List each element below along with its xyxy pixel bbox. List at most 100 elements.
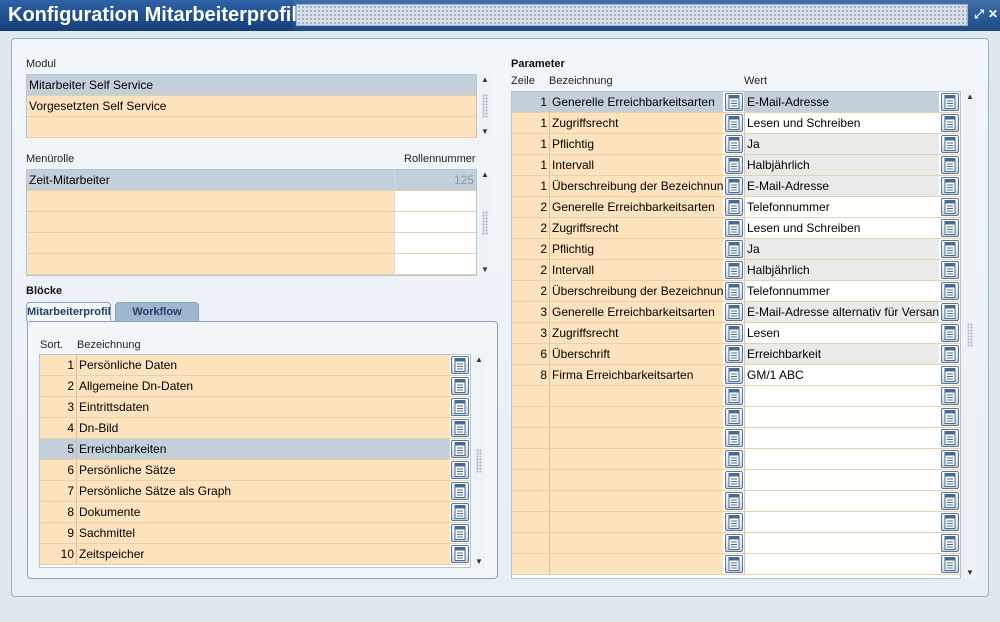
parameter-wert[interactable]: Halbjährlich (744, 155, 939, 175)
scroll-grip[interactable] (967, 323, 973, 347)
menurolle-row[interactable] (27, 212, 476, 233)
block-row[interactable]: 1 Persönliche Daten (40, 355, 470, 376)
block-row[interactable]: 4 Dn-Bild (40, 418, 470, 439)
list-of-values-button[interactable] (941, 198, 959, 216)
modul-scrollbar[interactable]: ▲ ▼ (479, 74, 491, 138)
parameter-scrollbar[interactable]: ▲ ▼ (964, 91, 976, 579)
block-row[interactable]: 10 Zeitspeicher (40, 544, 470, 565)
list-of-values-button[interactable] (725, 492, 743, 510)
list-of-values-button[interactable] (941, 345, 959, 363)
list-of-values-button[interactable] (941, 450, 959, 468)
tab-mitarbeiterprofil[interactable]: Mitarbeiterprofil (26, 302, 111, 321)
scroll-down-icon[interactable]: ▼ (964, 567, 976, 579)
list-of-values-button[interactable] (725, 156, 743, 174)
list-of-values-button[interactable] (725, 345, 743, 363)
scroll-grip[interactable] (482, 94, 488, 118)
list-of-values-button[interactable] (941, 135, 959, 153)
list-of-values-button[interactable] (941, 492, 959, 510)
parameter-row[interactable]: 1 Generelle Erreichbarkeitsarten E-Mail-Ad… (512, 92, 960, 113)
parameter-row[interactable]: 3 Generelle Erreichbarkeitsarten E-Mail-Ad… (512, 302, 960, 323)
block-row[interactable]: 3 Eintrittsdaten (40, 397, 470, 418)
restore-icon[interactable]: ⤢ (973, 6, 985, 22)
parameter-wert[interactable] (744, 554, 939, 574)
list-of-values-button[interactable] (451, 419, 469, 437)
menurolle-scrollbar[interactable]: ▲ ▼ (479, 169, 491, 276)
parameter-wert[interactable] (744, 533, 939, 553)
block-row[interactable]: 6 Persönliche Sätze (40, 460, 470, 481)
list-of-values-button[interactable] (725, 450, 743, 468)
list-of-values-button[interactable] (941, 429, 959, 447)
list-of-values-button[interactable] (941, 555, 959, 573)
list-of-values-button[interactable] (941, 471, 959, 489)
parameter-wert[interactable] (744, 407, 939, 427)
list-of-values-button[interactable] (941, 240, 959, 258)
parameter-row[interactable]: 2 Überschreibung der Bezeichnung Telefonnu… (512, 281, 960, 302)
parameter-wert[interactable]: E-Mail-Adresse (744, 176, 939, 196)
parameter-row[interactable] (512, 491, 960, 512)
parameter-wert[interactable]: Erreichbarkeit (744, 344, 939, 364)
list-of-values-button[interactable] (725, 219, 743, 237)
bloecke-scrollbar[interactable]: ▲ ▼ (473, 354, 485, 568)
list-of-values-button[interactable] (725, 555, 743, 573)
scroll-down-icon[interactable]: ▼ (479, 126, 491, 138)
list-of-values-button[interactable] (725, 93, 743, 111)
list-of-values-button[interactable] (941, 156, 959, 174)
parameter-row[interactable] (512, 470, 960, 491)
parameter-row[interactable]: 2 Intervall Halbjährlich (512, 260, 960, 281)
parameter-wert[interactable]: Ja (744, 134, 939, 154)
list-of-values-button[interactable] (451, 377, 469, 395)
list-of-values-button[interactable] (941, 534, 959, 552)
parameter-wert[interactable]: Lesen und Schreiben (744, 113, 939, 133)
list-of-values-button[interactable] (941, 324, 959, 342)
list-of-values-button[interactable] (725, 471, 743, 489)
parameter-row[interactable]: 8 Firma Erreichbarkeitsarten GM/1 ABC (512, 365, 960, 386)
list-of-values-button[interactable] (725, 387, 743, 405)
parameter-wert[interactable] (744, 428, 939, 448)
list-of-values-button[interactable] (941, 387, 959, 405)
parameter-wert[interactable] (744, 491, 939, 511)
list-of-values-button[interactable] (941, 282, 959, 300)
list-of-values-button[interactable] (725, 240, 743, 258)
parameter-wert[interactable]: Telefonnummer (744, 281, 939, 301)
list-of-values-button[interactable] (941, 114, 959, 132)
menurolle-row[interactable] (27, 254, 476, 275)
list-of-values-button[interactable] (725, 198, 743, 216)
list-of-values-button[interactable] (725, 366, 743, 384)
parameter-row[interactable] (512, 386, 960, 407)
parameter-wert[interactable] (744, 470, 939, 490)
block-row[interactable]: 7 Persönliche Sätze als Graph (40, 481, 470, 502)
parameter-row[interactable] (512, 407, 960, 428)
block-row[interactable]: 2 Allgemeine Dn-Daten (40, 376, 470, 397)
list-of-values-button[interactable] (451, 503, 469, 521)
scroll-down-icon[interactable]: ▼ (473, 556, 485, 568)
parameter-wert[interactable]: GM/1 ABC (744, 365, 939, 385)
list-of-values-button[interactable] (941, 366, 959, 384)
parameter-wert[interactable]: Halbjährlich (744, 260, 939, 280)
list-of-values-button[interactable] (941, 93, 959, 111)
parameter-wert[interactable]: Lesen (744, 323, 939, 343)
parameter-wert[interactable] (744, 386, 939, 406)
scroll-up-icon[interactable]: ▲ (964, 91, 976, 103)
list-of-values-button[interactable] (725, 261, 743, 279)
parameter-wert[interactable]: Telefonnummer (744, 197, 939, 217)
scroll-up-icon[interactable]: ▲ (479, 169, 491, 181)
list-of-values-button[interactable] (451, 461, 469, 479)
parameter-row[interactable] (512, 449, 960, 470)
list-of-values-button[interactable] (451, 545, 469, 563)
parameter-wert[interactable]: E-Mail-Adresse alternativ für Versand (744, 302, 939, 322)
list-of-values-button[interactable] (725, 303, 743, 321)
list-of-values-button[interactable] (451, 524, 469, 542)
block-row[interactable]: 9 Sachmittel (40, 523, 470, 544)
scroll-down-icon[interactable]: ▼ (479, 264, 491, 276)
scroll-grip[interactable] (476, 449, 482, 473)
menurolle-row[interactable] (27, 191, 476, 212)
parameter-wert[interactable] (744, 512, 939, 532)
scroll-grip[interactable] (482, 211, 488, 235)
list-of-values-button[interactable] (941, 219, 959, 237)
list-of-values-button[interactable] (941, 303, 959, 321)
list-of-values-button[interactable] (725, 282, 743, 300)
parameter-row[interactable] (512, 533, 960, 554)
list-of-values-button[interactable] (941, 261, 959, 279)
scroll-up-icon[interactable]: ▲ (479, 74, 491, 86)
list-of-values-button[interactable] (725, 429, 743, 447)
